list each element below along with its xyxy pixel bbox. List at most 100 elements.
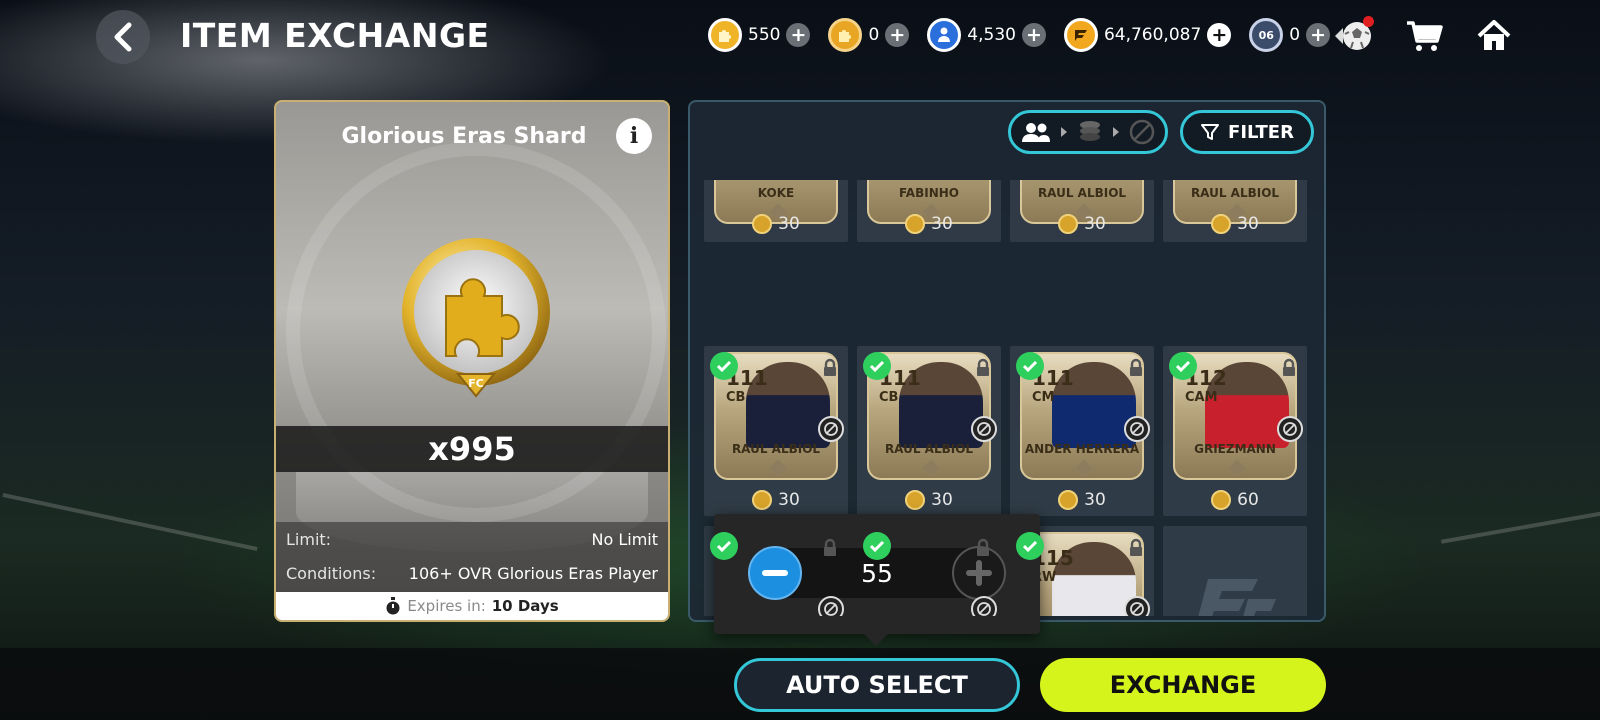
lock-icon (973, 358, 993, 378)
no-trade-icon (1129, 119, 1154, 145)
player-name: ANDER HERRERA (1024, 442, 1140, 456)
player-card-cell[interactable]: 111 CM ANDER HERRERA 30 (1010, 346, 1154, 516)
coin-icon (905, 490, 926, 510)
players-group-icon (1022, 123, 1051, 142)
empty-slot (1163, 526, 1307, 616)
card-gem (922, 459, 940, 477)
filter-button[interactable]: FILTER (1180, 110, 1314, 154)
caret-right-icon (1061, 127, 1068, 137)
player-name: RAUL ALBIOL (1190, 186, 1280, 200)
card-gem (1228, 459, 1246, 477)
untradeable-icon (1124, 596, 1150, 616)
selected-check-icon (1169, 352, 1197, 380)
limit-row: Limit: No Limit (286, 522, 658, 556)
lock-icon (1126, 358, 1146, 378)
player-name: GRIEZMANN (1194, 442, 1276, 456)
currency-shard-coin: 550 + (708, 18, 811, 52)
player-position: CB (726, 390, 746, 405)
info-button[interactable]: i (616, 118, 652, 154)
player-name: RAUL ALBIOL (731, 442, 821, 456)
coin-icon (752, 490, 773, 510)
glorious-eras-shard-icon: FC (402, 238, 550, 398)
fc-points-icon (1063, 18, 1098, 52)
selected-check-icon (1016, 352, 1044, 380)
chevron-left-icon (114, 22, 132, 52)
card-gem (1075, 459, 1093, 477)
player-name: RAUL ALBIOL (1037, 186, 1127, 200)
untradeable-icon (818, 416, 844, 442)
expires-value: 10 Days (491, 597, 559, 615)
add-currency-button[interactable]: + (885, 23, 910, 47)
player-token-icon (927, 18, 962, 52)
add-currency-button[interactable]: + (1207, 23, 1232, 47)
untradeable-icon (818, 596, 844, 616)
player-name: FABINHO (898, 186, 959, 200)
stopwatch-icon (386, 597, 400, 615)
player-card-cell[interactable]: FABINHO 30 (857, 180, 1001, 242)
player-card-cell[interactable]: 111 CB RAUL ALBIOL 30 (704, 346, 848, 516)
plus-icon (966, 560, 992, 586)
price-value: 30 (931, 214, 953, 234)
coin-icon (1211, 490, 1232, 510)
add-currency-button[interactable]: + (1021, 23, 1046, 47)
lock-icon (1279, 358, 1299, 378)
selected-check-icon (863, 352, 891, 380)
item-quantity: x995 (276, 426, 668, 472)
price-value: 30 (778, 490, 800, 510)
currency-value: 64,760,087 (1103, 25, 1202, 45)
player-position: CB (879, 390, 899, 405)
pitch-line-right (1440, 510, 1600, 544)
currency-fc-points: 64,760,087 + (1063, 18, 1232, 52)
add-currency-button[interactable]: + (1306, 23, 1331, 47)
price-tag: 60 (1163, 490, 1307, 510)
caret-right-icon (1112, 127, 1119, 137)
auto-select-button[interactable]: AUTO SELECT (734, 658, 1020, 712)
exchange-button[interactable]: EXCHANGE (1040, 658, 1326, 712)
conditions-label: Conditions: (286, 563, 377, 583)
untradeable-icon (971, 596, 997, 616)
price-value: 30 (1084, 214, 1106, 234)
selected-check-icon (863, 532, 891, 560)
home-button[interactable] (1472, 16, 1516, 56)
price-value: 30 (1084, 490, 1106, 510)
decrement-button[interactable] (748, 546, 802, 600)
top-icons (1332, 16, 1516, 56)
lock-icon (1126, 538, 1146, 558)
funnel-icon (1201, 124, 1220, 140)
item-detail-panel: Glorious Eras Shard i FC x995 Limit: No … (274, 100, 670, 622)
player-card-cell[interactable]: 111 CB RAUL ALBIOL 30 (857, 346, 1001, 516)
shard-item-image: FC (398, 234, 554, 404)
currency-bar: 550 + 0 + 4,530 + 64,760,087 + 06 0 + (708, 18, 1331, 52)
currency-value: 550 (748, 25, 781, 45)
player-card-cell[interactable]: RAUL ALBIOL 30 (1010, 180, 1154, 242)
ball-menu-button[interactable] (1332, 16, 1376, 56)
conditions-value: 106+ OVR Glorious Eras Player (408, 563, 658, 583)
coin-icon (1058, 214, 1079, 234)
coin-icon (752, 214, 773, 234)
price-tag: 30 (1163, 214, 1307, 234)
sort-toggle[interactable] (1008, 110, 1168, 154)
shopping-cart-icon (1407, 21, 1443, 51)
card-badge-icon: 06 (1249, 18, 1284, 52)
back-button[interactable] (96, 10, 150, 64)
item-name: Glorious Eras Shard (341, 124, 587, 149)
price-value: 30 (1237, 214, 1259, 234)
untradeable-icon (1277, 416, 1303, 442)
item-info: Limit: No Limit Conditions: 106+ OVR Glo… (276, 522, 668, 594)
coin-icon (1211, 214, 1232, 234)
coin-icon (1058, 490, 1079, 510)
limit-value: No Limit (591, 529, 658, 549)
currency-skill-token: 4,530 + (927, 18, 1046, 52)
player-card-cell[interactable]: RAUL ALBIOL 30 (1163, 180, 1307, 242)
price-tag: 30 (1010, 214, 1154, 234)
price-tag: 30 (857, 490, 1001, 510)
player-card-cell[interactable]: KOKE 30 (704, 180, 848, 242)
page-title: ITEM EXCHANGE (180, 16, 490, 55)
player-name: RAUL ALBIOL (884, 442, 974, 456)
store-button[interactable] (1402, 16, 1446, 56)
puzzle-shard-icon (828, 18, 863, 52)
currency-card-06: 06 0 + (1249, 18, 1331, 52)
player-card-cell[interactable]: 112 CAM GRIEZMANN 60 (1163, 346, 1307, 516)
add-currency-button[interactable]: + (786, 23, 811, 47)
player-position: CAM (1185, 390, 1218, 405)
